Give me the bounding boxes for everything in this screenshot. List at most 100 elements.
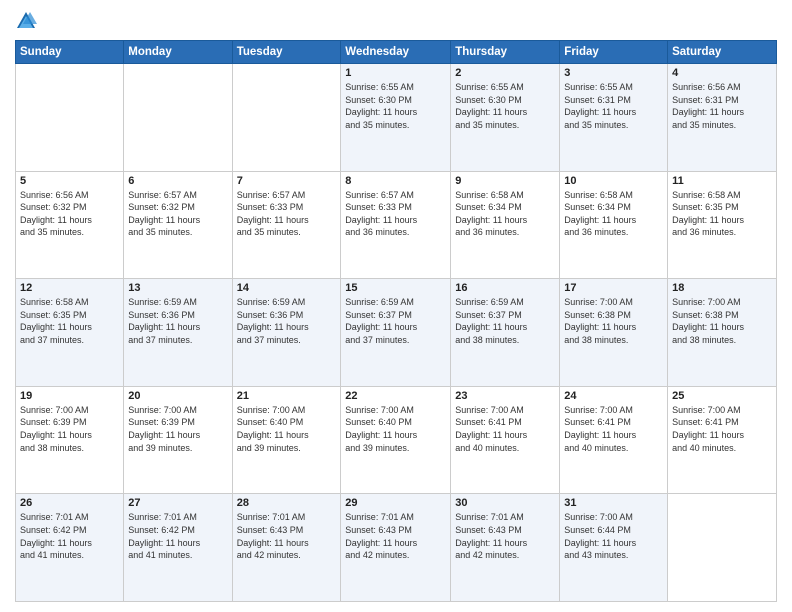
calendar-cell-w4d2: 28Sunrise: 7:01 AM Sunset: 6:43 PM Dayli…	[232, 494, 341, 602]
calendar-cell-w2d0: 12 Sunrise: 6:58 AM Sunset: 6:35 PM Dayli…	[16, 279, 124, 387]
cell-info: Sunrise: 6:57 AM Sunset: 6:32 PM Dayligh…	[128, 189, 227, 239]
calendar-cell-w1d3: 8Sunrise: 6:57 AM Sunset: 6:33 PM Daylig…	[341, 171, 451, 279]
cell-info: Sunrise: 6:58 AM Sunset: 6:34 PM Dayligh…	[455, 189, 555, 239]
cell-info: Sunrise: 6:59 AM Sunset: 6:37 PM Dayligh…	[455, 296, 555, 346]
cell-info: Sunrise: 6:59 AM Sunset: 6:37 PM Dayligh…	[345, 296, 446, 346]
day-number: 8	[345, 175, 446, 187]
day-number: 22	[345, 390, 446, 402]
calendar-cell-w4d3: 29 Sunrise: 7:01 AM Sunset: 6:43 PM Dayli…	[341, 494, 451, 602]
logo-content	[15, 10, 41, 32]
col-wednesday: Wednesday	[341, 41, 451, 64]
cell-info: Sunrise: 7:01 AM Sunset: 6:42 PM Dayligh…	[128, 511, 227, 561]
cell-info: Sunrise: 7:00 AM Sunset: 6:40 PM Dayligh…	[237, 404, 337, 454]
col-tuesday: Tuesday	[232, 41, 341, 64]
calendar-cell-w3d2: 21 Sunrise: 7:00 AM Sunset: 6:40 PM Dayli…	[232, 386, 341, 494]
cell-info: Sunrise: 7:00 AM Sunset: 6:41 PM Dayligh…	[455, 404, 555, 454]
day-number: 15	[345, 282, 446, 294]
day-number: 17	[564, 282, 663, 294]
calendar-cell-w0d3: 1 Sunrise: 6:55 AM Sunset: 6:30 PM Daylig…	[341, 64, 451, 172]
calendar-cell-w1d0: 5 Sunrise: 6:56 AM Sunset: 6:32 PM Daylig…	[16, 171, 124, 279]
day-number: 11	[672, 175, 772, 187]
day-number: 2	[455, 67, 555, 79]
day-number: 26	[20, 497, 119, 509]
calendar-week-1: 5 Sunrise: 6:56 AM Sunset: 6:32 PM Daylig…	[16, 171, 777, 279]
cell-info: Sunrise: 7:01 AM Sunset: 6:43 PM Dayligh…	[455, 511, 555, 561]
calendar-cell-w1d4: 9 Sunrise: 6:58 AM Sunset: 6:34 PM Daylig…	[451, 171, 560, 279]
cell-info: Sunrise: 6:55 AM Sunset: 6:30 PM Dayligh…	[345, 81, 446, 131]
logo-icon	[15, 10, 37, 32]
cell-info: Sunrise: 6:55 AM Sunset: 6:31 PM Dayligh…	[564, 81, 663, 131]
calendar-cell-w1d5: 10Sunrise: 6:58 AM Sunset: 6:34 PM Dayli…	[560, 171, 668, 279]
calendar-cell-w2d2: 14 Sunrise: 6:59 AM Sunset: 6:36 PM Dayli…	[232, 279, 341, 387]
calendar-cell-w2d5: 17 Sunrise: 7:00 AM Sunset: 6:38 PM Dayli…	[560, 279, 668, 387]
page: Sunday Monday Tuesday Wednesday Thursday…	[0, 0, 792, 612]
day-number: 20	[128, 390, 227, 402]
calendar-cell-w0d0	[16, 64, 124, 172]
cell-info: Sunrise: 7:00 AM Sunset: 6:38 PM Dayligh…	[564, 296, 663, 346]
day-number: 9	[455, 175, 555, 187]
cell-info: Sunrise: 6:58 AM Sunset: 6:35 PM Dayligh…	[672, 189, 772, 239]
cell-info: Sunrise: 6:59 AM Sunset: 6:36 PM Dayligh…	[237, 296, 337, 346]
day-number: 14	[237, 282, 337, 294]
calendar-table: Sunday Monday Tuesday Wednesday Thursday…	[15, 40, 777, 602]
day-number: 31	[564, 497, 663, 509]
cell-info: Sunrise: 6:56 AM Sunset: 6:31 PM Dayligh…	[672, 81, 772, 131]
cell-info: Sunrise: 7:00 AM Sunset: 6:44 PM Dayligh…	[564, 511, 663, 561]
day-number: 6	[128, 175, 227, 187]
calendar-cell-w0d5: 3 Sunrise: 6:55 AM Sunset: 6:31 PM Daylig…	[560, 64, 668, 172]
calendar-cell-w3d0: 19 Sunrise: 7:00 AM Sunset: 6:39 PM Dayli…	[16, 386, 124, 494]
day-number: 23	[455, 390, 555, 402]
cell-info: Sunrise: 6:57 AM Sunset: 6:33 PM Dayligh…	[237, 189, 337, 239]
cell-info: Sunrise: 6:59 AM Sunset: 6:36 PM Dayligh…	[128, 296, 227, 346]
day-number: 28	[237, 497, 337, 509]
calendar-week-3: 19 Sunrise: 7:00 AM Sunset: 6:39 PM Dayli…	[16, 386, 777, 494]
calendar-cell-w4d6	[668, 494, 777, 602]
cell-info: Sunrise: 6:58 AM Sunset: 6:35 PM Dayligh…	[20, 296, 119, 346]
col-monday: Monday	[124, 41, 232, 64]
cell-info: Sunrise: 6:55 AM Sunset: 6:30 PM Dayligh…	[455, 81, 555, 131]
day-number: 21	[237, 390, 337, 402]
day-number: 7	[237, 175, 337, 187]
day-number: 27	[128, 497, 227, 509]
day-number: 19	[20, 390, 119, 402]
calendar-cell-w0d2	[232, 64, 341, 172]
day-number: 12	[20, 282, 119, 294]
col-sunday: Sunday	[16, 41, 124, 64]
day-number: 3	[564, 67, 663, 79]
calendar-cell-w4d0: 26 Sunrise: 7:01 AM Sunset: 6:42 PM Dayli…	[16, 494, 124, 602]
calendar-cell-w4d5: 31 Sunrise: 7:00 AM Sunset: 6:44 PM Dayli…	[560, 494, 668, 602]
calendar-cell-w2d1: 13 Sunrise: 6:59 AM Sunset: 6:36 PM Dayli…	[124, 279, 232, 387]
cell-info: Sunrise: 7:00 AM Sunset: 6:38 PM Dayligh…	[672, 296, 772, 346]
day-number: 13	[128, 282, 227, 294]
cell-info: Sunrise: 7:01 AM Sunset: 6:42 PM Dayligh…	[20, 511, 119, 561]
day-number: 1	[345, 67, 446, 79]
day-number: 5	[20, 175, 119, 187]
day-number: 4	[672, 67, 772, 79]
cell-info: Sunrise: 7:00 AM Sunset: 6:39 PM Dayligh…	[20, 404, 119, 454]
calendar-cell-w4d4: 30 Sunrise: 7:01 AM Sunset: 6:43 PM Dayli…	[451, 494, 560, 602]
cell-info: Sunrise: 7:01 AM Sunset: 6:43 PM Dayligh…	[345, 511, 446, 561]
calendar-cell-w1d2: 7 Sunrise: 6:57 AM Sunset: 6:33 PM Daylig…	[232, 171, 341, 279]
calendar-cell-w3d4: 23 Sunrise: 7:00 AM Sunset: 6:41 PM Dayli…	[451, 386, 560, 494]
cell-info: Sunrise: 7:00 AM Sunset: 6:40 PM Dayligh…	[345, 404, 446, 454]
calendar-cell-w2d4: 16 Sunrise: 6:59 AM Sunset: 6:37 PM Dayli…	[451, 279, 560, 387]
logo	[15, 10, 41, 32]
calendar-week-0: 1 Sunrise: 6:55 AM Sunset: 6:30 PM Daylig…	[16, 64, 777, 172]
calendar-cell-w3d3: 22 Sunrise: 7:00 AM Sunset: 6:40 PM Dayli…	[341, 386, 451, 494]
day-number: 10	[564, 175, 663, 187]
col-thursday: Thursday	[451, 41, 560, 64]
calendar-cell-w1d6: 11 Sunrise: 6:58 AM Sunset: 6:35 PM Dayli…	[668, 171, 777, 279]
calendar-cell-w0d4: 2 Sunrise: 6:55 AM Sunset: 6:30 PM Daylig…	[451, 64, 560, 172]
day-number: 29	[345, 497, 446, 509]
day-number: 24	[564, 390, 663, 402]
calendar-cell-w3d5: 24Sunrise: 7:00 AM Sunset: 6:41 PM Dayli…	[560, 386, 668, 494]
header	[15, 10, 777, 32]
day-number: 25	[672, 390, 772, 402]
cell-info: Sunrise: 6:56 AM Sunset: 6:32 PM Dayligh…	[20, 189, 119, 239]
calendar-cell-w4d1: 27 Sunrise: 7:01 AM Sunset: 6:42 PM Dayli…	[124, 494, 232, 602]
day-number: 16	[455, 282, 555, 294]
cell-info: Sunrise: 7:00 AM Sunset: 6:39 PM Dayligh…	[128, 404, 227, 454]
day-number: 30	[455, 497, 555, 509]
calendar-header-row: Sunday Monday Tuesday Wednesday Thursday…	[16, 41, 777, 64]
calendar-cell-w2d3: 15 Sunrise: 6:59 AM Sunset: 6:37 PM Dayli…	[341, 279, 451, 387]
